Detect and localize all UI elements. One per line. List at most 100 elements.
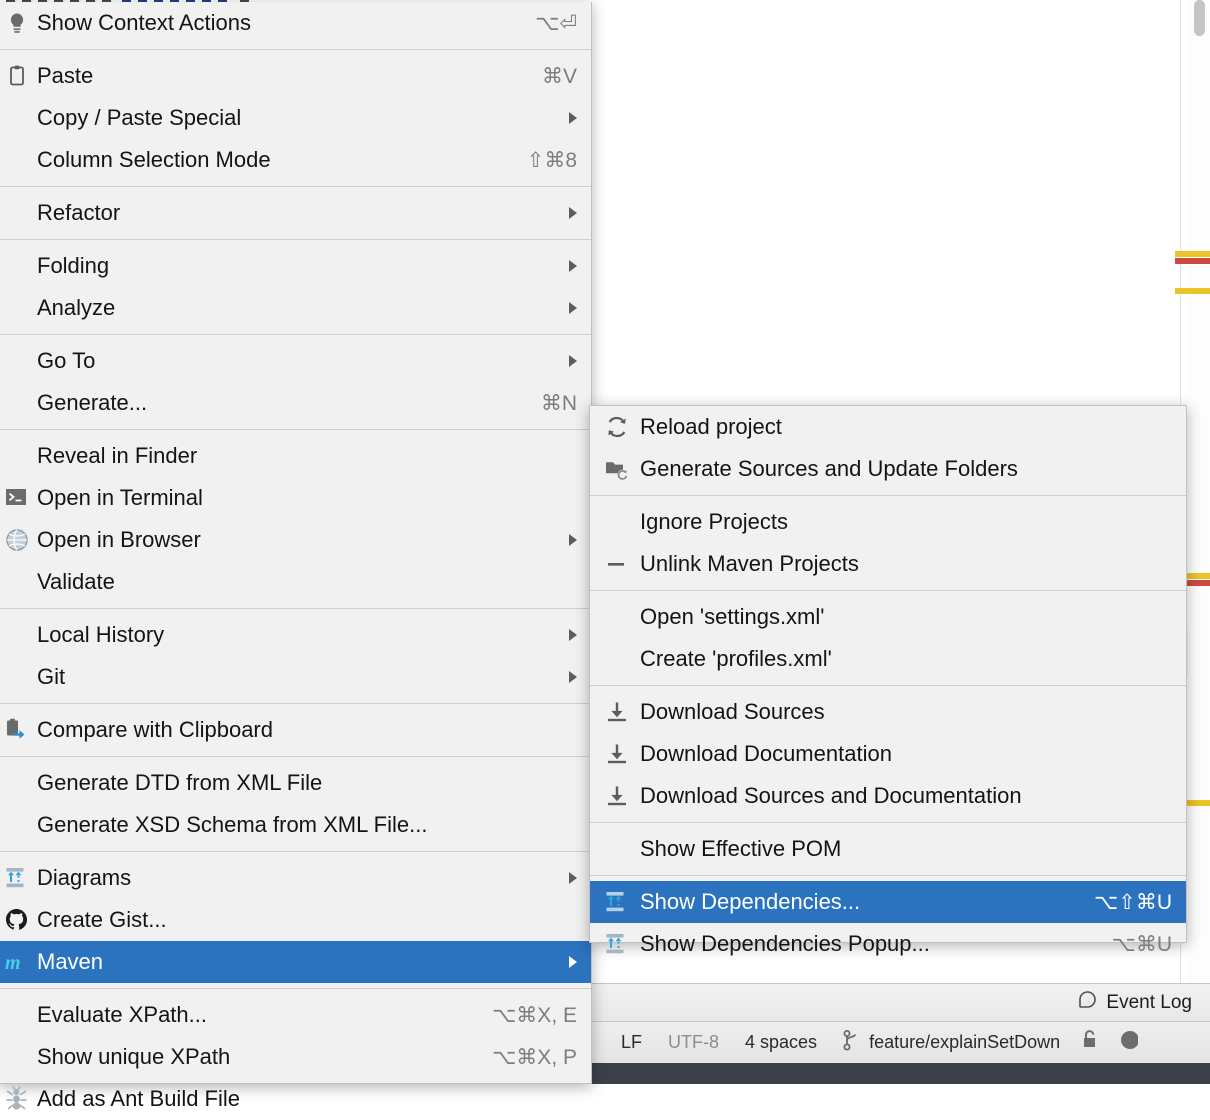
status-line-separator[interactable]: LF (608, 1032, 655, 1053)
menu-item-generate-xsd-schema-from-xml-file[interactable]: Generate XSD Schema from XML File... (0, 804, 591, 846)
menu-item-label: Reveal in Finder (37, 443, 198, 468)
menu-item-label: Show Dependencies Popup... (640, 931, 930, 956)
submenu-arrow-icon (569, 355, 577, 367)
menu-item-show-effective-pom[interactable]: Show Effective POM (590, 828, 1186, 870)
menu-item-open-settings-xml[interactable]: Open 'settings.xml' (590, 596, 1186, 638)
submenu-arrow-icon (569, 260, 577, 272)
status-extra-indicator[interactable] (1114, 1029, 1151, 1056)
menu-item-label: Analyze (37, 295, 116, 320)
menu-separator (590, 822, 1186, 823)
menu-item-compare-with-clipboard[interactable]: Compare with Clipboard (0, 709, 591, 751)
unlocked-icon[interactable] (1073, 1028, 1114, 1057)
menu-item-evaluate-xpath[interactable]: Evaluate XPath... ⌥⌘X, E (0, 994, 591, 1036)
menu-item-show-dependencies-popup[interactable]: Show Dependencies Popup... ⌥⌘U (590, 923, 1186, 965)
reload-icon (604, 414, 630, 440)
error-marker[interactable] (1175, 258, 1210, 264)
menu-item-label: Open in Browser (37, 527, 201, 552)
clipboard-icon (4, 63, 30, 89)
menu-item-show-dependencies[interactable]: Show Dependencies... ⌥⇧⌘U (590, 881, 1186, 923)
menu-item-label: Copy / Paste Special (37, 105, 242, 130)
status-bar: LF UTF-8 4 spaces feature/explainSetDown (592, 1021, 1210, 1063)
vertical-scrollbar-thumb[interactable] (1194, 0, 1205, 36)
menu-item-reveal-in-finder[interactable]: Reveal in Finder (0, 435, 591, 477)
menu-item-create-profiles-xml[interactable]: Create 'profiles.xml' (590, 638, 1186, 680)
menu-item-generate[interactable]: Generate... ⌘N (0, 382, 591, 424)
ant-icon (4, 1086, 30, 1112)
menu-item-add-as-ant-build-file[interactable]: Add as Ant Build File (0, 1078, 591, 1120)
status-encoding[interactable]: UTF-8 (655, 1032, 732, 1053)
menu-item-show-context-actions[interactable]: Show Context Actions ⌥⏎ (0, 2, 591, 44)
warning-marker[interactable] (1175, 288, 1210, 294)
menu-item-open-in-terminal[interactable]: Open in Terminal (0, 477, 591, 519)
menu-item-label: Generate Sources and Update Folders (640, 456, 1018, 481)
event-log-bar: Event Log (592, 983, 1210, 1021)
minus-icon (604, 551, 630, 577)
event-log-button[interactable]: Event Log (1077, 990, 1192, 1016)
menu-item-column-selection-mode[interactable]: Column Selection Mode ⇧⌘8 (0, 139, 591, 181)
menu-item-label: Compare with Clipboard (37, 717, 273, 742)
menu-item-label: Add as Ant Build File (37, 1086, 241, 1111)
lightbulb-icon (4, 10, 30, 36)
menu-item-label: Ignore Projects (640, 509, 788, 534)
menu-item-generate-sources-and-update-folders[interactable]: Generate Sources and Update Folders (590, 448, 1186, 490)
menu-item-label: Show Dependencies... (640, 889, 861, 914)
menu-item-maven[interactable]: m Maven (0, 941, 591, 983)
menu-item-go-to[interactable]: Go To (0, 340, 591, 382)
git-branch-icon (843, 1029, 860, 1056)
menu-item-download-sources[interactable]: Download Sources (590, 691, 1186, 733)
status-indent[interactable]: 4 spaces (732, 1032, 830, 1053)
editor-marker-gutter[interactable] (1175, 0, 1210, 1010)
menu-item-unlink-maven-projects[interactable]: Unlink Maven Projects (590, 543, 1186, 585)
menu-separator (0, 429, 591, 430)
menu-item-shortcut: ⌥⌘X, E (492, 1003, 577, 1027)
menu-separator (0, 239, 591, 240)
menu-separator (590, 685, 1186, 686)
menu-item-local-history[interactable]: Local History (0, 614, 591, 656)
submenu-arrow-icon (569, 629, 577, 641)
maven-submenu[interactable]: Reload project Generate Sources and Upda… (589, 405, 1187, 956)
menu-item-create-gist[interactable]: Create Gist... (0, 899, 591, 941)
menu-item-download-sources-and-documentation[interactable]: Download Sources and Documentation (590, 775, 1186, 817)
submenu-arrow-icon (569, 872, 577, 884)
menu-item-label: Local History (37, 622, 165, 647)
menu-item-git[interactable]: Git (0, 656, 591, 698)
diagram-icon (604, 889, 630, 915)
menu-item-open-in-browser[interactable]: Open in Browser (0, 519, 591, 561)
menu-item-folding[interactable]: Folding (0, 245, 591, 287)
menu-item-shortcut: ⇧⌘8 (526, 148, 577, 172)
warning-marker[interactable] (1175, 251, 1210, 257)
terminal-icon (4, 485, 30, 511)
event-log-label: Event Log (1106, 992, 1192, 1013)
menu-item-ignore-projects[interactable]: Ignore Projects (590, 501, 1186, 543)
menu-separator (590, 875, 1186, 876)
menu-item-paste[interactable]: Paste ⌘V (0, 55, 591, 97)
submenu-arrow-icon (569, 534, 577, 546)
menu-separator (590, 495, 1186, 496)
menu-item-download-documentation[interactable]: Download Documentation (590, 733, 1186, 775)
menu-item-reload-project[interactable]: Reload project (590, 406, 1186, 448)
menu-separator (0, 851, 591, 852)
menu-item-shortcut: ⌘V (541, 64, 577, 88)
menu-item-refactor[interactable]: Refactor (0, 192, 591, 234)
menu-item-label: Git (37, 664, 66, 689)
menu-item-analyze[interactable]: Analyze (0, 287, 591, 329)
menu-item-validate[interactable]: Validate (0, 561, 591, 603)
menu-item-label: Paste (37, 63, 94, 88)
download-icon (604, 699, 630, 725)
menu-item-shortcut: ⌥⏎ (535, 11, 577, 35)
menu-item-copy-paste-special[interactable]: Copy / Paste Special (0, 97, 591, 139)
editor-context-menu[interactable]: Show Context Actions ⌥⏎ Paste ⌘V Copy / Pas… (0, 2, 592, 1111)
menu-item-shortcut: ⌥⌘U (1111, 932, 1172, 956)
menu-item-generate-dtd-from-xml-file[interactable]: Generate DTD from XML File (0, 762, 591, 804)
menu-item-label: Download Documentation (640, 741, 892, 766)
menu-item-diagrams[interactable]: Diagrams (0, 857, 591, 899)
git-branch-widget[interactable]: feature/explainSetDown (830, 1029, 1073, 1056)
download-icon (604, 741, 630, 767)
menu-item-label: Folding (37, 253, 110, 278)
menu-item-show-unique-xpath[interactable]: Show unique XPath ⌥⌘X, P (0, 1036, 591, 1078)
menu-separator (590, 590, 1186, 591)
diagram-icon (604, 931, 630, 957)
menu-item-label: Maven (37, 949, 104, 974)
folder-refresh-icon (604, 456, 630, 482)
submenu-arrow-icon (569, 112, 577, 124)
